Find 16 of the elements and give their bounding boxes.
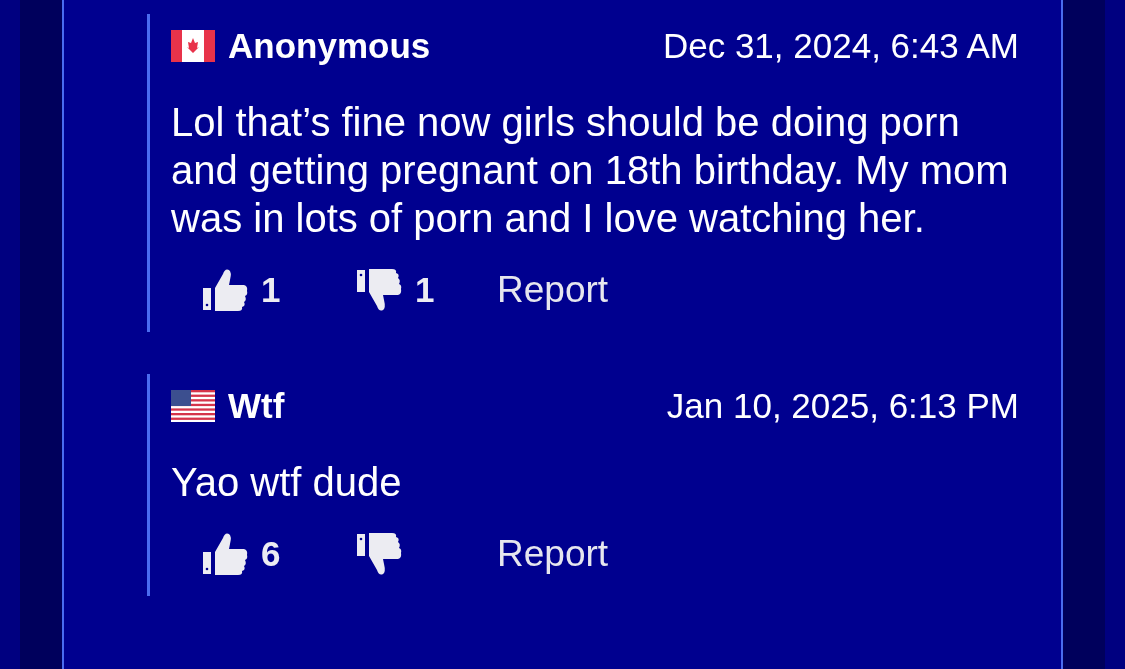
canada-flag-icon	[171, 30, 215, 62]
comment-text: Lol that’s fine now girls should be doing porn and getting pregnant on 18th birthday. My mom was in lots of porn and I love watching her.	[171, 99, 1010, 242]
comment-text: Yao wtf dude	[171, 459, 403, 506]
thumbs-down-icon	[355, 268, 403, 312]
author-name: Anonymous	[228, 26, 431, 66]
comment-timestamp: Jan 10, 2025, 6:13 PM	[666, 386, 1019, 426]
like-button[interactable]: 6	[201, 532, 355, 576]
thumbs-up-icon	[201, 268, 249, 312]
thumbs-up-icon	[201, 532, 249, 576]
report-link[interactable]: Report	[497, 533, 609, 575]
author-name: Wtf	[228, 386, 285, 426]
thumbs-down-icon	[355, 532, 403, 576]
usa-flag-icon	[171, 390, 215, 422]
comment-timestamp: Dec 31, 2024, 6:43 AM	[662, 26, 1019, 66]
report-link[interactable]: Report	[497, 269, 609, 311]
like-button[interactable]: 1	[201, 268, 355, 312]
